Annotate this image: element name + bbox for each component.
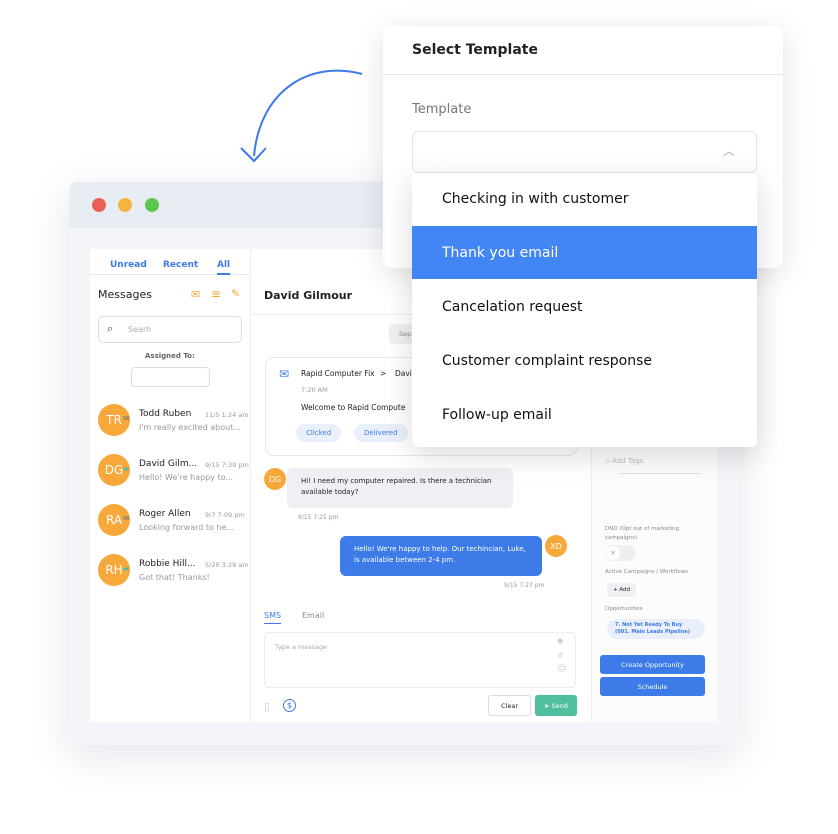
assigned-label: Assigned To:: [145, 352, 195, 360]
maximize-dot[interactable]: [145, 198, 159, 212]
contact-name: Todd Ruben: [139, 409, 192, 419]
tag-icon[interactable]: ◆: [557, 636, 563, 645]
incoming-message: Hi! I need my computer repaired. Is ther…: [287, 468, 513, 508]
contact-name: David Gilm...: [139, 459, 198, 469]
email-from: Rapid Computer Fix: [301, 369, 375, 378]
tab-sms[interactable]: SMS: [264, 611, 282, 624]
template-label: Template: [412, 102, 472, 117]
template-option[interactable]: Checking in with customer: [412, 172, 757, 225]
conversation-item[interactable]: RA ✉ Roger Allen 9/7 7:09 pm Looking for…: [90, 501, 250, 541]
outgoing-message: Hello! We're happy to help. Our techinci…: [340, 536, 542, 576]
envelope-icon: ✉: [123, 414, 130, 423]
contact-name: Robbie Hill...: [139, 559, 196, 569]
message-preview: I'm really excited about...: [139, 423, 241, 432]
curved-arrow-icon: [240, 69, 363, 163]
attachment-icon[interactable]: ⌀: [558, 650, 563, 659]
timestamp: 9/7 7:09 pm: [205, 511, 245, 519]
add-tags[interactable]: ⬦ Add Tags: [605, 457, 643, 466]
conversation-item[interactable]: DG ▰ David Gilm... 9/15 7:39 pm Hello! W…: [90, 451, 250, 491]
delivered-badge: Delivered: [354, 424, 408, 442]
email-icon: ✉: [279, 367, 290, 381]
search-input[interactable]: ⌕ Searh: [98, 316, 242, 343]
template-option[interactable]: Follow-up email: [412, 388, 757, 441]
send-label: Send: [551, 701, 568, 710]
campaigns-label: Active Campaigns / Workflows: [605, 569, 689, 575]
conversation-item[interactable]: TR ✉ Todd Ruben 11/5 1:24 am I'm really …: [90, 401, 250, 441]
message-time: 9/15 7:25 pm: [298, 514, 339, 521]
template-option[interactable]: Thank you email: [412, 226, 757, 279]
message-time: 9/15 7:27 pm: [504, 582, 545, 589]
sms-icon: ▰: [123, 464, 130, 473]
sms-icon: ▰: [123, 564, 130, 573]
conversation-item[interactable]: RH ▰ Robbie Hill... 5/20 3:29 am Got tha…: [90, 551, 250, 591]
template-icon[interactable]: ▯: [264, 700, 270, 713]
create-opportunity-button[interactable]: Create Opportunity: [600, 655, 705, 674]
timestamp: 9/15 7:39 pm: [205, 461, 249, 469]
email-subject: Welcome to Rapid Compute: [301, 403, 406, 412]
send-button[interactable]: ➤ Send: [535, 695, 577, 716]
email-arrow: >: [380, 369, 387, 378]
contact-name: Roger Allen: [139, 509, 191, 519]
template-dropdown: Checking in with customer Thank you email…: [412, 173, 757, 447]
chevron-up-icon: ︿: [723, 144, 736, 158]
envelope-icon: ✉: [123, 514, 130, 523]
tab-recent[interactable]: Recent: [163, 260, 198, 270]
message-preview: Looking forward to he...: [139, 523, 235, 532]
payment-icon[interactable]: $: [283, 699, 296, 712]
message-placeholder: Type a message: [275, 643, 328, 651]
template-option[interactable]: Customer complaint response: [412, 334, 757, 387]
template-select[interactable]: ︿: [412, 131, 757, 173]
tab-all[interactable]: All: [217, 260, 231, 275]
list-icon[interactable]: ≡: [211, 287, 221, 301]
message-preview: Got that! Thanks!: [139, 573, 210, 582]
clicked-badge: Clicked: [296, 424, 342, 442]
email-to: Davi: [395, 369, 412, 378]
search-placeholder: Searh: [128, 325, 152, 334]
email-time: 7:20 AM: [301, 386, 328, 394]
tab-unread[interactable]: Unread: [110, 260, 147, 270]
conversation-sidebar: Unread Recent All Messages ✉ ≡ ✎ ⌕ Searh…: [90, 249, 251, 722]
schedule-button[interactable]: Schedule: [600, 677, 705, 696]
clear-button[interactable]: Clear: [488, 695, 531, 716]
compose-icon[interactable]: ✎: [231, 287, 240, 300]
close-dot[interactable]: [92, 198, 106, 212]
modal-title: Select Template: [412, 42, 538, 58]
message-input[interactable]: Type a message ◆ ⌀ ☺: [264, 632, 576, 688]
envelope-icon[interactable]: ✉: [191, 288, 200, 301]
search-icon: ⌕: [107, 322, 114, 335]
emoji-icon[interactable]: ☺: [557, 664, 566, 674]
timestamp: 11/5 1:24 am: [205, 411, 249, 419]
send-icon: ➤: [544, 701, 552, 710]
messages-title: Messages: [98, 288, 152, 301]
dnd-label: DND (Opt out of marketing campaigns): [605, 526, 680, 541]
contact-name: David Gilmour: [264, 289, 353, 302]
assigned-select[interactable]: [131, 367, 210, 387]
add-campaign-button[interactable]: + Add: [607, 583, 637, 597]
minimize-dot[interactable]: [118, 198, 132, 212]
message-preview: Hello! We're happy to...: [139, 473, 234, 482]
avatar: XD: [545, 535, 567, 557]
opportunity-badge[interactable]: 7. Not Yet Ready To Buy (001. Main Leads…: [607, 619, 705, 639]
dnd-toggle[interactable]: ×: [605, 545, 636, 561]
tab-email[interactable]: Email: [302, 611, 324, 620]
timestamp: 5/20 3:29 am: [205, 561, 249, 569]
avatar: DG: [264, 468, 286, 490]
opportunities-label: Opportunities: [605, 606, 643, 612]
template-option[interactable]: Cancelation request: [412, 280, 757, 333]
